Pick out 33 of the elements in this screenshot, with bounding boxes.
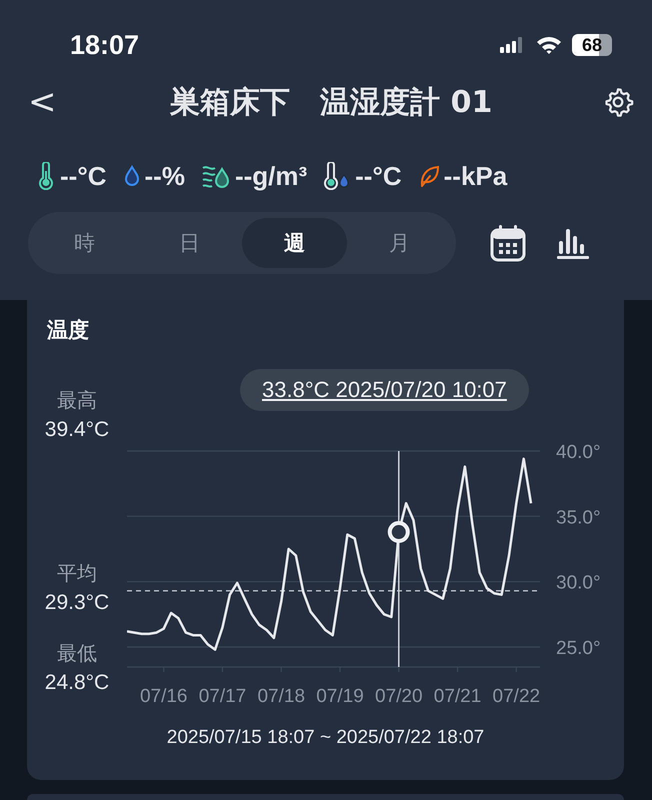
axis-label: 07/22 — [492, 686, 540, 707]
date-range: 2025/07/15 18:07 ~ 2025/07/22 18:07 — [166, 727, 486, 749]
metric-value: --g/m³ — [234, 160, 308, 192]
battery-level: 68 — [582, 36, 602, 54]
period-tab[interactable]: 時 — [32, 218, 137, 268]
axis-label: 07/21 — [434, 686, 482, 707]
period-tab[interactable]: 週 — [242, 218, 347, 268]
metric-value: --% — [144, 160, 185, 192]
axis-label: 35.0° — [556, 507, 601, 528]
chart-tooltip: 33.8°C 2025/07/20 10:07 — [240, 369, 529, 411]
stat-label: 最低 — [56, 640, 98, 667]
metric-value: --°C — [355, 160, 402, 192]
stat-label: 平均 — [56, 560, 98, 587]
stat-value: 29.3°C — [44, 590, 110, 616]
stat-value: 24.8°C — [44, 670, 110, 696]
axis-label: 25.0° — [556, 638, 601, 659]
metric-value: --°C — [60, 160, 106, 192]
axis-label: 07/17 — [198, 686, 246, 707]
page-title: 巣箱床下 温湿度計 01 — [168, 84, 494, 122]
metric-value: --kPa — [444, 160, 508, 192]
period-tab[interactable]: 月 — [347, 218, 452, 268]
axis-label: 07/19 — [316, 686, 364, 707]
period-tab[interactable]: 日 — [137, 218, 242, 268]
axis-label: 30.0° — [556, 572, 601, 594]
axis-label: 07/16 — [140, 686, 188, 707]
card-title: 温度 — [46, 317, 90, 344]
back-button[interactable]: < — [24, 85, 60, 119]
axis-label: 07/20 — [375, 686, 423, 707]
axis-label: 07/18 — [257, 686, 306, 707]
stat-value: 39.4°C — [44, 417, 110, 443]
clock: 18:07 — [70, 30, 140, 60]
stat-label: 最高 — [56, 387, 98, 414]
axis-label: 40.0° — [556, 442, 601, 463]
